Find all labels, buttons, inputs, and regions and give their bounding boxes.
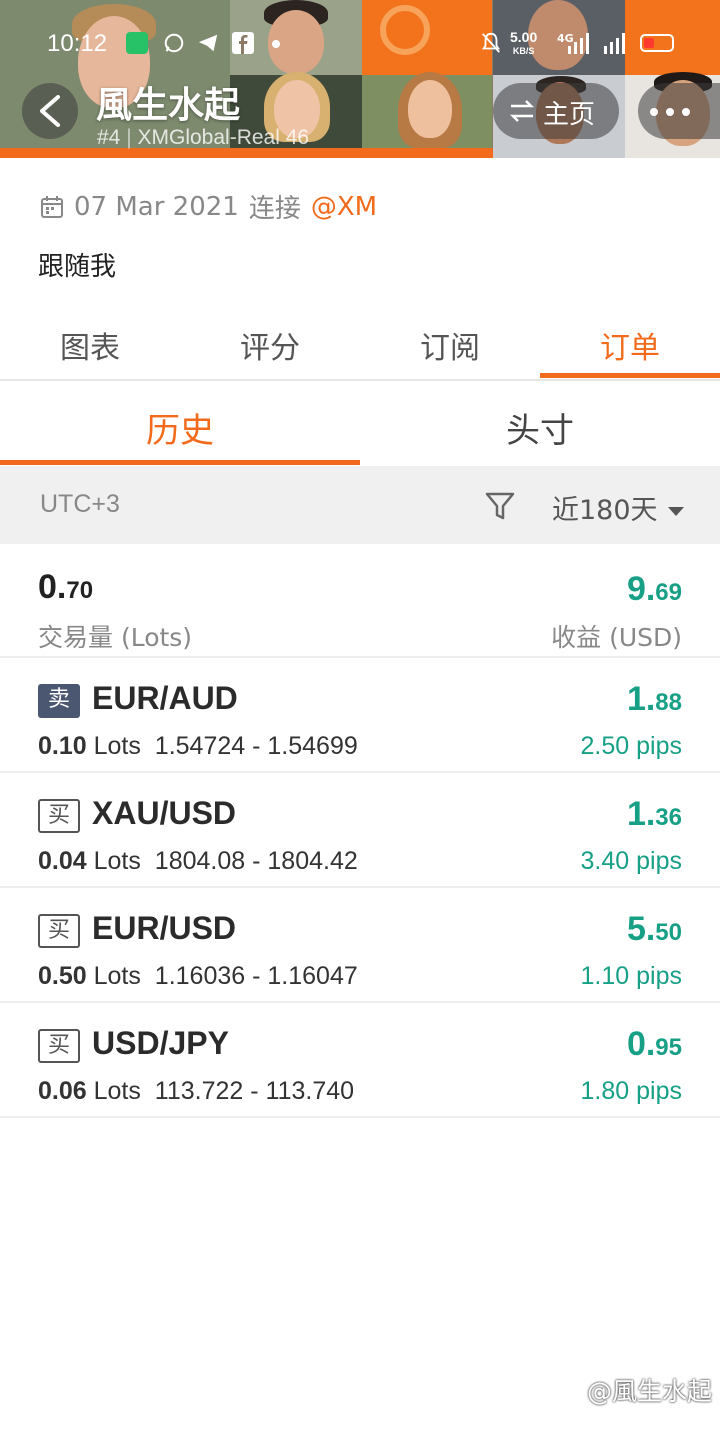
filter-icon[interactable]: [484, 490, 516, 522]
total-profit: 9.69: [626, 570, 682, 608]
divider: |: [126, 126, 138, 149]
tab-orders[interactable]: 订单: [540, 323, 720, 367]
volume-label: 交易量 (Lots): [38, 623, 193, 652]
back-button[interactable]: [22, 83, 78, 139]
order-profit: 5.50: [626, 910, 682, 948]
date-range-select[interactable]: 近180天: [552, 488, 684, 527]
connect-text: 连接: [248, 194, 301, 224]
filter-bar: UTC+3 近180天: [0, 466, 720, 544]
battery-saver-icon: [126, 32, 148, 54]
history-summary: 0.70 交易量 (Lots) 9.69 收益 (USD): [0, 544, 720, 658]
order-row[interactable]: 买 XAU/USD 0.04 Lots 1804.08 - 1804.42 1.…: [0, 773, 720, 888]
status-time: 10:12: [47, 30, 108, 57]
order-details: 0.10 Lots 1.54724 - 1.54699: [38, 732, 358, 760]
side-badge: 买: [38, 914, 80, 948]
swap-icon: [509, 100, 535, 122]
connect-info: 07 Mar 2021 连接 @XM: [40, 188, 377, 225]
calendar-icon: [41, 195, 63, 218]
bell-muted-icon: [481, 32, 501, 53]
order-symbol: USD/JPY: [92, 1025, 229, 1061]
notification-dot-icon: [272, 40, 280, 48]
trader-account: XMGlobal-Real 46: [137, 126, 310, 149]
order-details: 0.50 Lots 1.16036 - 1.16047: [38, 962, 358, 990]
active-tab-indicator: [540, 373, 720, 378]
more-dot-icon: [666, 108, 674, 116]
battery-icon: [640, 34, 674, 52]
order-profit: 0.95: [626, 1025, 682, 1063]
order-symbol: XAU/USD: [92, 795, 237, 831]
order-pips: 1.10 pips: [580, 962, 682, 990]
order-profit: 1.88: [626, 680, 682, 718]
tab-chart[interactable]: 图表: [0, 323, 180, 367]
telegram-icon: [198, 34, 218, 52]
order-symbol: EUR/USD: [92, 910, 237, 946]
net-speed: 5.00 KB/S: [510, 29, 538, 56]
order-pips: 2.50 pips: [580, 732, 682, 760]
order-profit: 1.36: [626, 795, 682, 833]
watermark: @風生水起: [586, 1377, 712, 1406]
subtab-history[interactable]: 历史: [0, 403, 360, 452]
side-badge: 买: [38, 799, 80, 833]
order-subtabs: 历史 头寸: [0, 381, 720, 466]
tab-subscribe[interactable]: 订阅: [360, 323, 540, 367]
status-bar: 10:12 5.00 KB/S 4G: [0, 0, 720, 88]
side-badge: 卖: [38, 684, 80, 718]
active-subtab-indicator: [0, 460, 360, 465]
order-row[interactable]: 买 USD/JPY 0.06 Lots 113.722 - 113.740 0.…: [0, 1003, 720, 1118]
broker-link[interactable]: @XM: [311, 192, 377, 222]
order-details: 0.06 Lots 113.722 - 113.740: [38, 1077, 355, 1105]
order-details: 0.04 Lots 1804.08 - 1804.42: [38, 847, 358, 875]
tab-rating[interactable]: 评分: [180, 323, 360, 367]
order-row[interactable]: 买 EUR/USD 0.50 Lots 1.16036 - 1.16047 5.…: [0, 888, 720, 1003]
home-button[interactable]: 主页: [493, 83, 619, 139]
whatsapp-icon: [164, 33, 184, 53]
timezone-label: UTC+3: [40, 490, 120, 518]
order-pips: 3.40 pips: [580, 847, 682, 875]
signal-icon-1: [568, 33, 589, 54]
profit-label: 收益 (USD): [551, 623, 682, 652]
main-tabs: 图表 评分 订阅 订单: [0, 305, 720, 381]
signal-icon-2: [604, 33, 625, 54]
trader-name: 風生水起: [96, 85, 241, 126]
trader-subtitle: #4 | XMGlobal-Real 46: [97, 126, 309, 150]
connect-date: 07 Mar 2021: [74, 191, 239, 222]
total-volume: 0.70: [38, 568, 94, 606]
chevron-left-icon: [40, 95, 60, 127]
caret-down-icon: [667, 507, 684, 516]
trader-rank: #4: [97, 126, 121, 149]
more-options-button[interactable]: [638, 83, 720, 139]
more-dot-icon: [650, 108, 658, 116]
home-button-label: 主页: [543, 100, 596, 130]
order-row[interactable]: 卖 EUR/AUD 0.10 Lots 1.54724 - 1.54699 1.…: [0, 658, 720, 773]
trader-bio: 跟随我: [38, 252, 117, 282]
more-dot-icon: [682, 108, 690, 116]
side-badge: 买: [38, 1029, 80, 1063]
facebook-icon: [232, 32, 254, 54]
order-symbol: EUR/AUD: [92, 680, 238, 716]
order-pips: 1.80 pips: [580, 1077, 682, 1105]
subtab-positions[interactable]: 头寸: [360, 403, 720, 452]
date-range-label: 近180天: [552, 495, 658, 526]
